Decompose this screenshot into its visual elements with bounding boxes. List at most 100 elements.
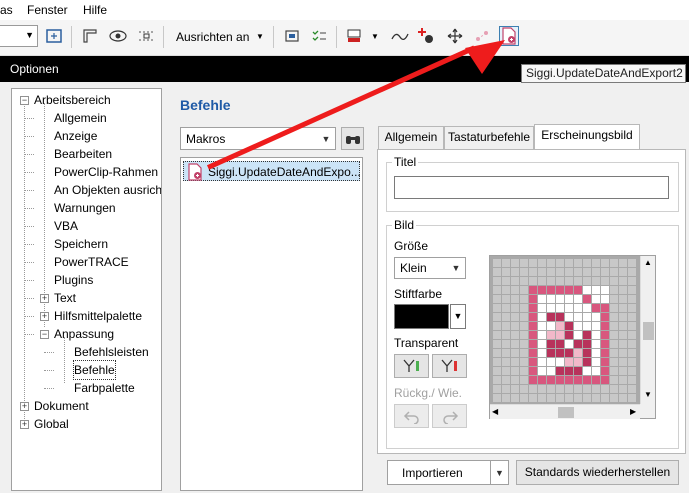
- icon-pixel[interactable]: [583, 259, 591, 267]
- icon-pixel[interactable]: [556, 304, 564, 312]
- icon-pixel[interactable]: [538, 259, 546, 267]
- icon-pixel[interactable]: [601, 358, 609, 366]
- icon-pixel[interactable]: [628, 313, 636, 321]
- icon-pixel[interactable]: [601, 313, 609, 321]
- icon-pixel[interactable]: [493, 322, 501, 330]
- icon-pixel[interactable]: [529, 349, 537, 357]
- menu-item-hilfe[interactable]: Hilfe: [83, 3, 107, 17]
- tree-item[interactable]: Dokument: [34, 397, 89, 415]
- scrollbar-thumb[interactable]: [558, 407, 574, 418]
- icon-pixel[interactable]: [601, 259, 609, 267]
- icon-pixel[interactable]: [538, 295, 546, 303]
- icon-pixel[interactable]: [628, 349, 636, 357]
- icon-pixel[interactable]: [502, 295, 510, 303]
- icon-pixel[interactable]: [619, 349, 627, 357]
- icon-pixel[interactable]: [583, 313, 591, 321]
- chevron-down-icon[interactable]: ▼: [256, 32, 264, 41]
- fill-color-icon[interactable]: [344, 26, 364, 46]
- icon-pixel[interactable]: [565, 268, 573, 276]
- icon-pixel[interactable]: [565, 349, 573, 357]
- icon-pixel[interactable]: [520, 277, 528, 285]
- menu-item-fenster[interactable]: Fenster: [27, 3, 68, 17]
- icon-pixel[interactable]: [538, 349, 546, 357]
- page-frame-icon[interactable]: [282, 26, 302, 46]
- icon-pixel[interactable]: [502, 268, 510, 276]
- icon-pixel[interactable]: [628, 367, 636, 375]
- tree-item[interactable]: Global: [34, 415, 69, 433]
- icon-pixel[interactable]: [574, 358, 582, 366]
- size-select[interactable]: Klein ▼: [394, 257, 466, 279]
- add-node-icon[interactable]: [416, 26, 436, 46]
- icon-pixel[interactable]: [502, 358, 510, 366]
- expand-icon[interactable]: +: [40, 294, 49, 303]
- find-command-button[interactable]: [341, 127, 364, 150]
- icon-pixel[interactable]: [520, 358, 528, 366]
- icon-pixel[interactable]: [574, 349, 582, 357]
- icon-pixel[interactable]: [565, 331, 573, 339]
- tree-item[interactable]: Warnungen: [54, 199, 116, 217]
- icon-pixel[interactable]: [556, 295, 564, 303]
- icon-pixel[interactable]: [583, 304, 591, 312]
- icon-pixel[interactable]: [610, 295, 618, 303]
- icon-pixel[interactable]: [529, 340, 537, 348]
- icon-pixel[interactable]: [565, 304, 573, 312]
- icon-pixel[interactable]: [547, 385, 555, 393]
- icon-pixel[interactable]: [628, 277, 636, 285]
- icon-pixel[interactable]: [511, 331, 519, 339]
- icon-pixel[interactable]: [628, 259, 636, 267]
- icon-pixel[interactable]: [619, 394, 627, 402]
- icon-pixel[interactable]: [601, 394, 609, 402]
- tab-erscheinungsbild[interactable]: Erscheinungsbild: [534, 124, 640, 150]
- icon-editor[interactable]: ▲ ▼ ◀ ▶: [489, 255, 656, 419]
- icon-pixel[interactable]: [556, 322, 564, 330]
- icon-pixel[interactable]: [556, 367, 564, 375]
- icon-pixel[interactable]: [565, 340, 573, 348]
- reset-defaults-button[interactable]: Standards wiederherstellen: [516, 460, 679, 485]
- icon-pixel[interactable]: [511, 259, 519, 267]
- transparent-reset-button[interactable]: [432, 354, 467, 378]
- icon-pixel[interactable]: [529, 286, 537, 294]
- icon-pixel[interactable]: [529, 304, 537, 312]
- icon-pixel[interactable]: [529, 385, 537, 393]
- icon-pixel[interactable]: [529, 268, 537, 276]
- icon-pixel[interactable]: [610, 358, 618, 366]
- icon-pixel[interactable]: [628, 295, 636, 303]
- icon-pixel[interactable]: [547, 331, 555, 339]
- chevron-down-icon[interactable]: ▼: [490, 461, 508, 484]
- icon-pixel[interactable]: [628, 358, 636, 366]
- icon-pixel[interactable]: [511, 268, 519, 276]
- icon-pixel[interactable]: [574, 322, 582, 330]
- chevron-down-icon[interactable]: ▼: [450, 304, 466, 329]
- tree-item[interactable]: Anzeige: [54, 127, 97, 145]
- icon-pixel[interactable]: [493, 385, 501, 393]
- icon-pixel[interactable]: [529, 376, 537, 384]
- icon-pixel[interactable]: [610, 394, 618, 402]
- icon-pixel[interactable]: [592, 277, 600, 285]
- icon-pixel[interactable]: [610, 277, 618, 285]
- icon-pixel[interactable]: [565, 394, 573, 402]
- icon-pixel[interactable]: [610, 259, 618, 267]
- icon-pixel[interactable]: [511, 304, 519, 312]
- icon-pixel[interactable]: [601, 295, 609, 303]
- icon-pixel[interactable]: [583, 295, 591, 303]
- icon-pixel[interactable]: [619, 322, 627, 330]
- icon-pixel[interactable]: [547, 286, 555, 294]
- rulers-icon[interactable]: [80, 26, 100, 46]
- expand-icon[interactable]: +: [20, 420, 29, 429]
- icon-pixel[interactable]: [547, 367, 555, 375]
- icon-pixel[interactable]: [511, 313, 519, 321]
- icon-pixel[interactable]: [547, 277, 555, 285]
- icon-pixel[interactable]: [547, 376, 555, 384]
- icon-pixel[interactable]: [574, 295, 582, 303]
- icon-pixel[interactable]: [520, 322, 528, 330]
- icon-pixel[interactable]: [592, 322, 600, 330]
- icon-pixel[interactable]: [520, 286, 528, 294]
- icon-pixel[interactable]: [502, 376, 510, 384]
- icon-pixel[interactable]: [592, 331, 600, 339]
- icon-pixel[interactable]: [538, 304, 546, 312]
- icon-pixel[interactable]: [547, 340, 555, 348]
- icon-pixel[interactable]: [601, 322, 609, 330]
- icon-pixel[interactable]: [547, 268, 555, 276]
- icon-pixel[interactable]: [583, 331, 591, 339]
- icon-pixel[interactable]: [520, 295, 528, 303]
